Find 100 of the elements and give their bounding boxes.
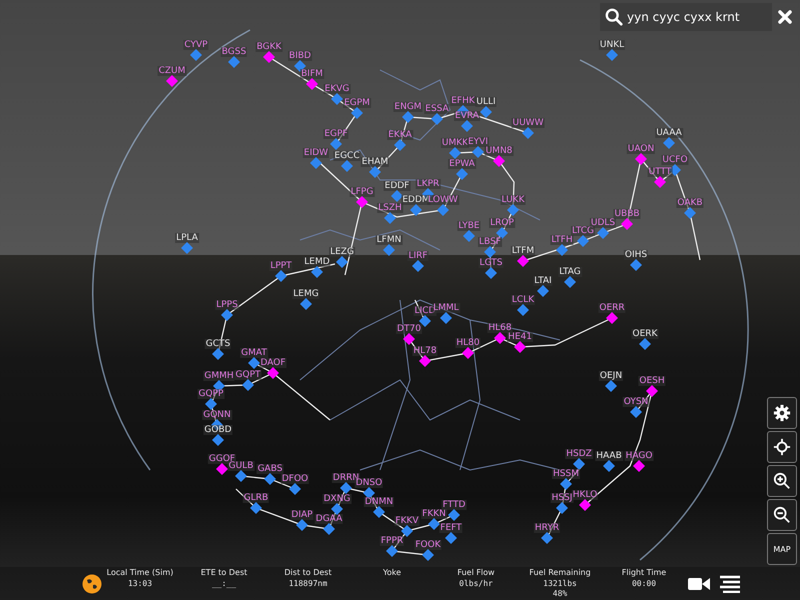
menu-icon[interactable] [719,574,741,592]
airport-code-label: CZUM [158,66,186,76]
airport-marker[interactable] [577,235,589,247]
airport-marker[interactable] [564,276,576,288]
airport-marker[interactable] [597,227,609,239]
airport-marker[interactable] [654,176,666,188]
airport-marker[interactable] [463,230,475,242]
airport-code-label: LCLK [510,295,536,305]
video-camera-icon[interactable] [688,576,710,592]
airport-marker[interactable] [448,509,460,521]
zoom-in-button[interactable] [767,465,797,497]
airport-marker[interactable] [422,549,434,561]
airport-marker[interactable] [311,266,323,278]
airport-marker[interactable] [351,107,363,119]
airport-marker[interactable] [250,502,262,514]
airport-marker[interactable] [401,525,413,537]
airport-marker[interactable] [507,204,519,216]
airport-marker[interactable] [603,460,615,472]
airport-marker[interactable] [663,137,675,149]
airport-marker[interactable] [212,348,224,360]
settings-button[interactable] [767,397,797,429]
airport-marker[interactable] [605,380,617,392]
airport-marker[interactable] [235,470,247,482]
airport-code-label: HL68 [487,323,513,333]
airport-marker[interactable] [275,270,287,282]
airport-code-label: EPWA [448,159,476,169]
zoom-out-button[interactable] [767,499,797,531]
airport-marker[interactable] [263,51,275,63]
airport-marker[interactable] [403,333,415,345]
airport-marker[interactable] [462,347,474,359]
airport-marker[interactable] [428,518,440,530]
status-value: 00:00 [632,579,656,588]
airport-marker[interactable] [221,309,233,321]
airport-marker[interactable] [496,227,508,239]
airport-marker[interactable] [330,138,342,150]
airport-marker[interactable] [480,106,492,118]
airport-marker[interactable] [573,458,585,470]
airport-marker[interactable] [264,473,276,485]
airport-marker[interactable] [248,357,260,369]
status-value: 1321lbs [543,579,577,588]
airport-code-label: GQPT [234,370,262,380]
airport-marker[interactable] [494,332,506,344]
status-label: Local Time (Sim) [106,568,174,577]
globe-icon[interactable] [82,574,102,594]
airport-marker[interactable] [331,93,343,105]
airport-marker[interactable] [412,260,424,272]
airport-marker[interactable] [606,312,618,324]
airport-code-label: OIHS [624,250,648,260]
airport-marker[interactable] [300,298,312,310]
airport-marker[interactable] [341,160,353,172]
airport-marker[interactable] [445,532,457,544]
airport-marker[interactable] [267,367,279,379]
airport-marker[interactable] [684,207,696,219]
airport-marker[interactable] [639,338,651,350]
airport-marker[interactable] [579,499,591,511]
airport-code-label: LEZG [329,247,355,257]
airport-code-label: CYVP [183,40,209,50]
airport-marker[interactable] [606,49,618,61]
airport-code-label: EGPM [343,98,371,108]
airport-marker[interactable] [190,49,202,61]
airport-marker[interactable] [461,120,473,132]
airport-marker[interactable] [472,146,484,158]
airport-marker[interactable] [440,312,452,324]
airport-marker[interactable] [419,315,431,327]
center-button[interactable] [767,431,797,463]
map-button[interactable]: MAP [767,533,797,565]
airport-code-label: LGTS [478,258,504,268]
airport-marker[interactable] [310,157,322,169]
close-icon [778,10,792,24]
airport-marker[interactable] [560,478,572,490]
airport-code-label: LIRF [407,251,429,261]
airport-marker[interactable] [537,285,549,297]
airport-marker[interactable] [517,304,529,316]
airport-marker[interactable] [484,246,496,258]
airport-marker[interactable] [541,532,553,544]
airport-marker[interactable] [646,385,658,397]
airport-marker[interactable] [306,78,318,90]
airport-marker[interactable] [242,379,254,391]
airport-code-label: HSSM [552,469,580,479]
airport-marker[interactable] [386,545,398,557]
airport-marker[interactable] [356,196,368,208]
airport-marker[interactable] [228,56,240,68]
airport-marker[interactable] [419,355,431,367]
airport-marker[interactable] [630,406,642,418]
airport-marker[interactable] [296,519,308,531]
airport-marker[interactable] [384,212,396,224]
airport-code-label: LTAI [533,276,553,286]
airport-code-label: HSSJ [550,493,574,503]
airport-marker[interactable] [621,218,633,230]
close-button[interactable] [776,8,794,26]
airport-marker[interactable] [394,139,406,151]
airport-marker[interactable] [556,502,568,514]
airport-marker[interactable] [456,168,468,180]
airport-marker[interactable] [391,190,403,202]
airport-marker[interactable] [514,341,526,353]
airport-marker[interactable] [431,113,443,125]
airport-marker[interactable] [485,267,497,279]
airport-marker[interactable] [630,259,642,271]
search-field[interactable]: yyn cyyc cyxx krnt [600,3,772,31]
airport-code-label: GABS [256,464,284,474]
